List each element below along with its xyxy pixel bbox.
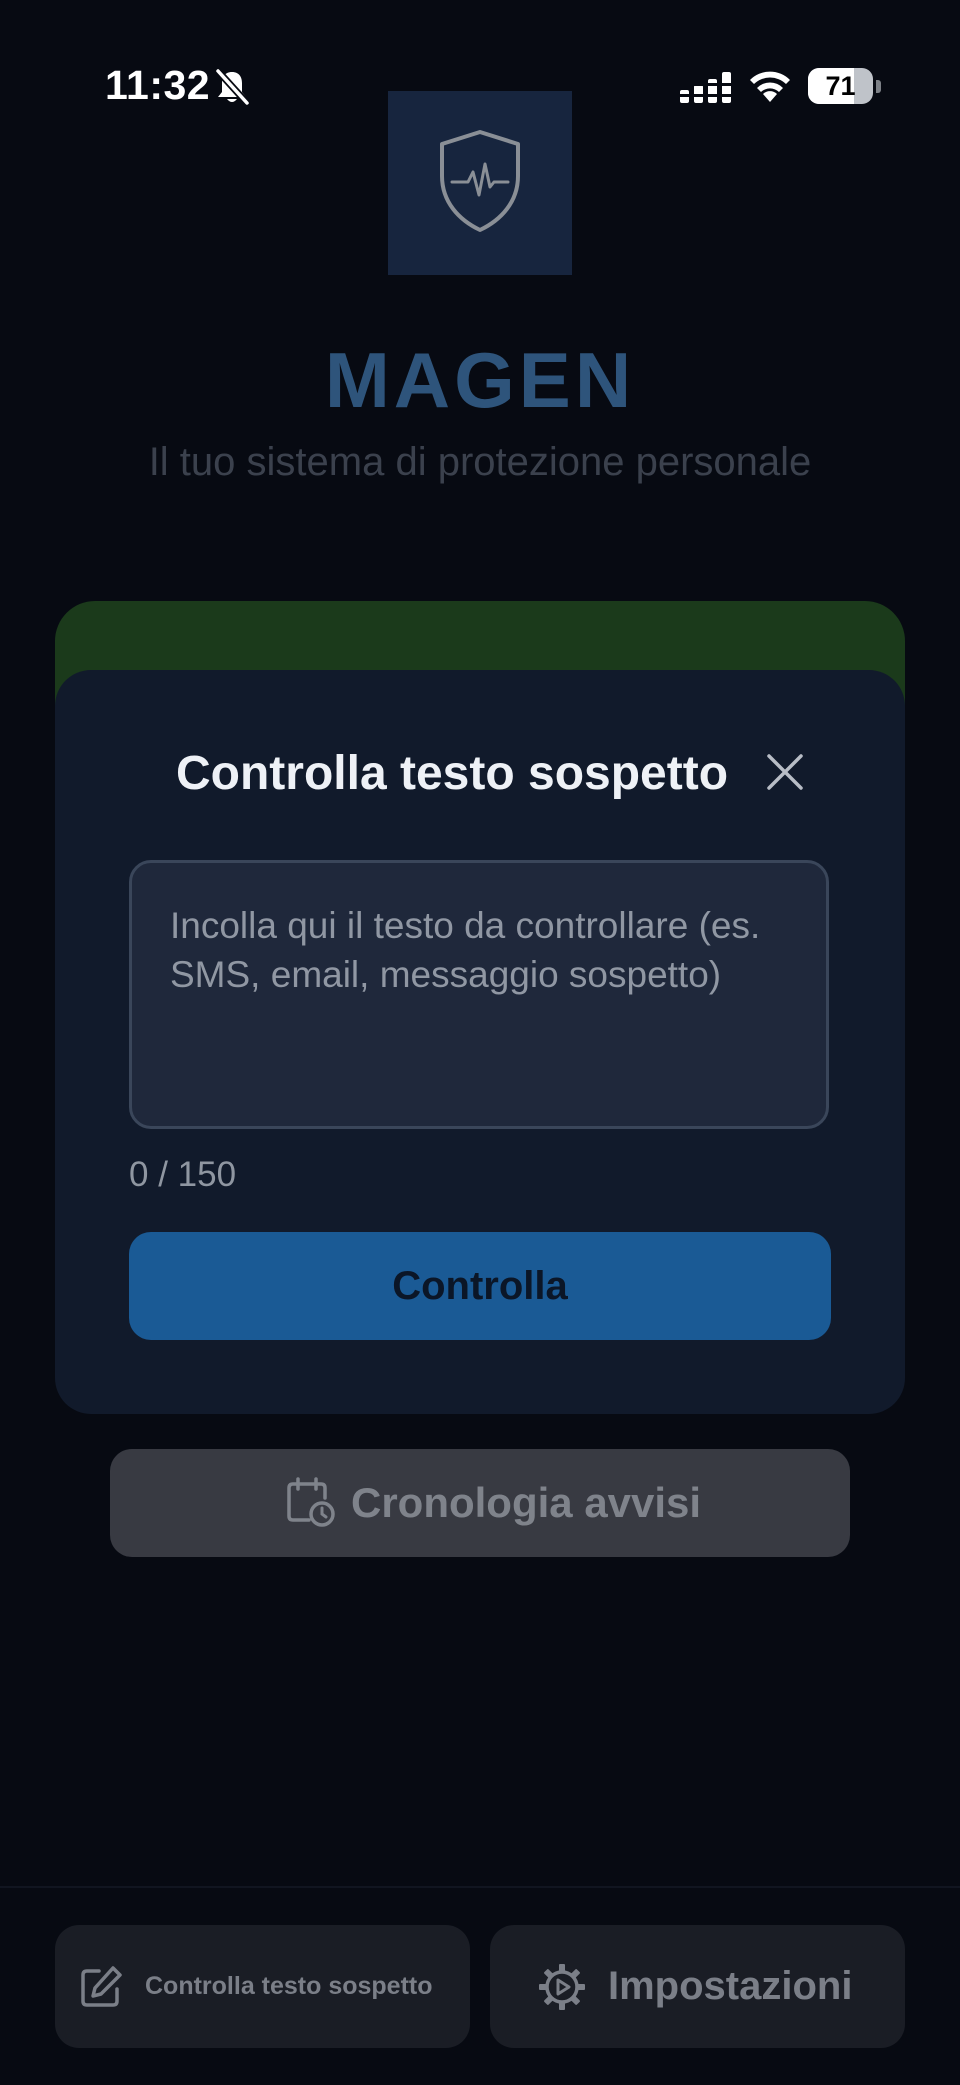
app-title: MAGEN	[324, 336, 636, 424]
bell-slash-icon	[215, 68, 250, 106]
check-button[interactable]: Controlla	[129, 1232, 831, 1340]
app-logo	[388, 91, 572, 275]
battery-level: 71	[825, 71, 856, 101]
check-text-tab-button[interactable]: Controlla testo sospetto	[55, 1925, 470, 2048]
shield-heartbeat-icon	[440, 130, 520, 232]
bottom-bar-divider	[0, 1886, 960, 1888]
status-time: 11:32	[105, 62, 211, 108]
gear-icon	[539, 1964, 585, 2010]
check-button-label: Controlla	[392, 1264, 568, 1308]
alert-history-button[interactable]: Cronologia avvisi	[110, 1449, 850, 1557]
suspicious-text-input[interactable]: Incolla qui il testo da controllare (es.…	[129, 860, 829, 1129]
check-text-tab-label: Controlla testo sospetto	[145, 1972, 433, 2000]
calendar-clock-icon	[287, 1477, 335, 1527]
settings-button[interactable]: Impostazioni	[490, 1925, 905, 2048]
wifi-icon	[750, 71, 790, 102]
close-icon[interactable]	[763, 750, 807, 794]
edit-icon	[81, 1966, 122, 2007]
app-subtitle: Il tuo sistema di protezione personale	[148, 440, 812, 484]
battery-cap	[876, 80, 881, 93]
alert-history-label: Cronologia avvisi	[351, 1479, 702, 1526]
cellular-signal-icon	[680, 72, 731, 103]
modal-title: Controlla testo sospetto	[175, 747, 729, 800]
battery-icon: 71	[808, 68, 882, 106]
input-placeholder: Incolla qui il testo da controllare (es.…	[170, 905, 761, 995]
settings-label: Impostazioni	[608, 1964, 853, 2008]
character-counter: 0 / 150	[129, 1155, 237, 1194]
